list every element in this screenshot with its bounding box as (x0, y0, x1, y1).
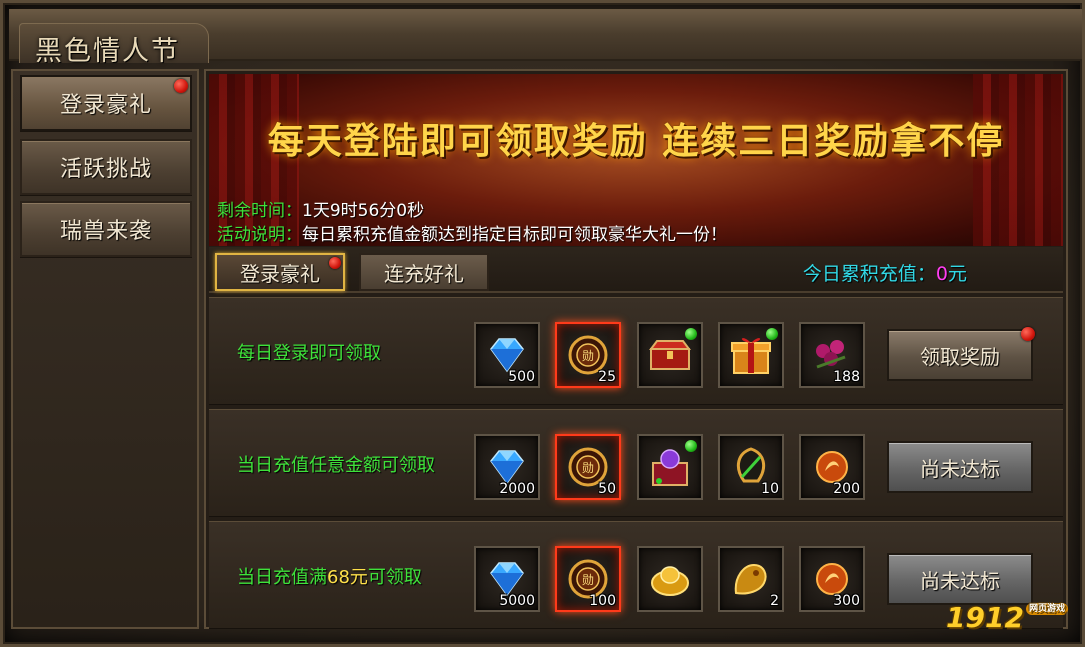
sidebar-item-label: 瑞兽来袭 (59, 219, 152, 244)
item-quantity: 5000 (499, 593, 535, 609)
reward-item[interactable]: 2000 (474, 434, 540, 500)
reward-item[interactable]: 188 (799, 322, 865, 388)
reward-row: 每日登录即可领取 500 勋 25 188 领取奖励 (209, 297, 1063, 405)
reward-item[interactable]: 勋 100 (555, 546, 621, 612)
row-label-pre: 当日充值满 (237, 567, 327, 588)
reward-item[interactable]: 200 (799, 434, 865, 500)
reward-row-label: 当日充值满 68元 可领取 (237, 522, 422, 630)
not-reached-button[interactable]: 尚未达标 (887, 553, 1033, 605)
gift-box-icon (728, 332, 774, 378)
reward-row-label: 当日充值任意金额可领取 (237, 455, 435, 476)
row-label-post: 可领取 (367, 567, 422, 588)
new-indicator-icon (766, 328, 778, 340)
reward-item[interactable]: 勋 25 (555, 322, 621, 388)
new-indicator-icon (685, 328, 697, 340)
item-quantity: 2000 (499, 481, 535, 497)
title-bar: 黑色情人节 (9, 9, 1082, 67)
notification-dot-icon (329, 257, 341, 269)
not-reached-label: 尚未达标 (920, 456, 1000, 481)
remaining-time: 剩余时间：1天9时56分0秒 (217, 196, 424, 221)
notification-dot-icon (1021, 327, 1035, 341)
site-watermark-logo: 1912 网页游戏 (946, 601, 1068, 634)
reward-row: 当日充值任意金额可领取 2000 勋 50 10 200 尚未达标 (209, 409, 1063, 517)
claim-reward-button[interactable]: 领取奖励 (887, 327, 1035, 381)
sidebar-item-label: 登录豪礼 (59, 93, 152, 118)
notification-dot-icon (174, 79, 188, 93)
game-window: 黑色情人节 登录豪礼 活跃挑战 瑞兽来袭 每天登陆即可领取奖励 连续三日奖励拿不… (0, 0, 1085, 647)
not-reached-button[interactable]: 尚未达标 (887, 441, 1033, 493)
event-banner: 每天登陆即可领取奖励 连续三日奖励拿不停 剩余时间：1天9时56分0秒 活动说明… (209, 74, 1063, 246)
golden-beast-icon (728, 556, 774, 602)
item-quantity: 188 (833, 369, 860, 385)
item-quantity: 200 (833, 481, 860, 497)
item-quantity: 25 (598, 369, 616, 385)
reward-row-label: 每日登录即可领取 (237, 343, 381, 364)
treasure-chest-icon (647, 332, 693, 378)
event-description-label: 活动说明： (217, 225, 302, 245)
remaining-time-value: 1天9时56分0秒 (302, 201, 425, 221)
reward-item[interactable]: 500 (474, 322, 540, 388)
sidebar-item-label: 活跃挑战 (59, 157, 152, 182)
main-panel: 每天登陆即可领取奖励 连续三日奖励拿不停 剩余时间：1天9时56分0秒 活动说明… (204, 69, 1068, 629)
gold-ingot-icon (647, 556, 693, 602)
tab-login-gift[interactable]: 登录豪礼 (215, 253, 345, 291)
banner-headline: 每天登陆即可领取奖励 连续三日奖励拿不停 (267, 120, 1005, 162)
sidebar-item-login-gift[interactable]: 登录豪礼 (20, 75, 192, 131)
reward-item[interactable]: 10 (718, 434, 784, 500)
reward-item[interactable] (637, 434, 703, 500)
window-title: 黑色情人节 (35, 36, 180, 67)
event-description: 活动说明：每日累积充值金额达到指定目标即可领取豪华大礼一份！ (217, 220, 727, 245)
tab-consecutive-recharge[interactable]: 连充好礼 (359, 253, 489, 291)
today-recharge: 今日累积充值：0元 (803, 259, 967, 286)
item-quantity: 10 (761, 481, 779, 497)
event-description-value: 每日累积充值金额达到指定目标即可领取豪华大礼一份！ (302, 225, 727, 245)
reward-item[interactable]: 2 (718, 546, 784, 612)
gem-chest-icon (647, 444, 693, 490)
tab-bar: 登录豪礼 连充好礼 今日累积充值：0元 (209, 247, 1063, 293)
row-label-amount: 68元 (327, 567, 368, 588)
watermark-brand: 1912 (946, 601, 1024, 634)
item-quantity: 500 (508, 369, 535, 385)
remaining-time-label: 剩余时间： (217, 201, 302, 221)
reward-row: 当日充值满 68元 可领取 5000 勋 100 2 300 尚未达标 (209, 521, 1063, 629)
today-recharge-label: 今日累积充值： (802, 263, 936, 285)
sidebar-item-active-challenge[interactable]: 活跃挑战 (20, 139, 192, 195)
sidebar-item-beast-raid[interactable]: 瑞兽来袭 (20, 201, 192, 257)
svg-text:勋: 勋 (582, 461, 594, 475)
item-quantity: 2 (770, 593, 779, 609)
not-reached-label: 尚未达标 (920, 568, 1000, 593)
svg-text:勋: 勋 (582, 349, 594, 363)
reward-item[interactable] (637, 322, 703, 388)
reward-item[interactable]: 勋 50 (555, 434, 621, 500)
reward-item[interactable]: 300 (799, 546, 865, 612)
item-quantity: 50 (598, 481, 616, 497)
new-indicator-icon (685, 440, 697, 452)
reward-item[interactable] (718, 322, 784, 388)
svg-text:勋: 勋 (582, 573, 594, 587)
item-quantity: 100 (589, 593, 616, 609)
watermark-sub: 网页游戏 (1025, 603, 1068, 615)
sidebar: 登录豪礼 活跃挑战 瑞兽来袭 (11, 69, 199, 629)
today-recharge-unit: 元 (947, 263, 967, 285)
claim-reward-label: 领取奖励 (920, 344, 1000, 369)
item-quantity: 300 (833, 593, 860, 609)
tab-label: 连充好礼 (384, 261, 464, 286)
tab-label: 登录豪礼 (240, 261, 320, 286)
reward-item[interactable]: 5000 (474, 546, 540, 612)
reward-item[interactable] (637, 546, 703, 612)
today-recharge-amount: 0 (935, 263, 948, 285)
